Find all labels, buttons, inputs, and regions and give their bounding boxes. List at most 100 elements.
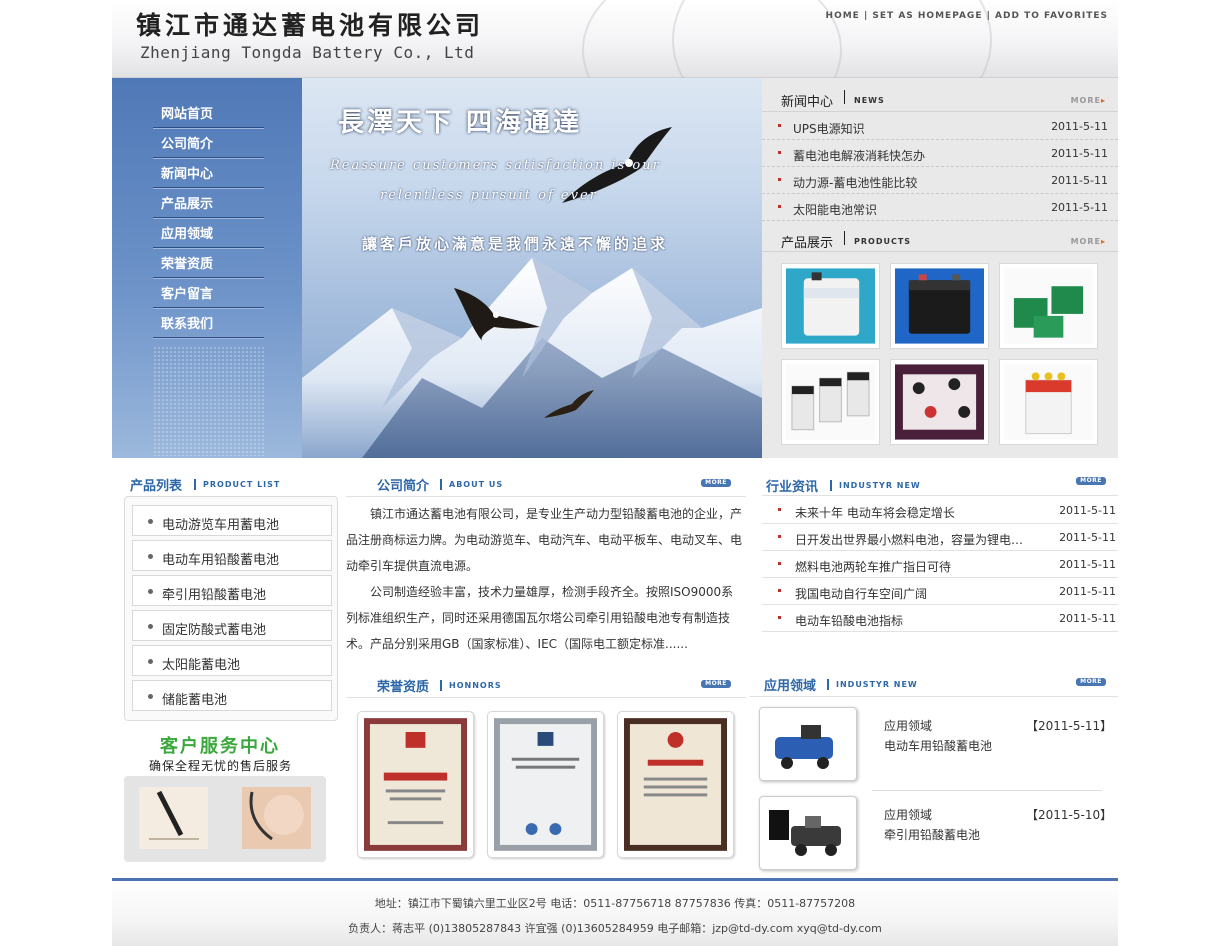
nav-item-home[interactable]: 网站首页 xyxy=(153,98,264,128)
news-date: 2011-5-11 xyxy=(1059,558,1116,571)
nav-item-honors[interactable]: 荣誉资质 xyxy=(153,248,264,278)
product-list-item[interactable]: 牵引用铅酸蓄电池 xyxy=(132,575,332,606)
products-title: 产品展示 xyxy=(781,236,834,251)
news-item[interactable]: 电动车铅酸电池指标 2011-5-11 xyxy=(762,605,1118,632)
divider xyxy=(762,251,1118,252)
application-title: 应用领域 xyxy=(764,679,817,694)
eagle-icon xyxy=(454,288,540,341)
more-label: MORE xyxy=(1070,237,1101,246)
application-category: 应用领域 xyxy=(884,719,933,733)
application-name[interactable]: 牵引用铅酸蓄电池 xyxy=(884,826,980,843)
product-thumbnail[interactable] xyxy=(999,359,1098,445)
bullet-icon xyxy=(148,589,153,594)
honor-certificate[interactable] xyxy=(357,711,474,858)
top-links: HOME | SET AS HOMEPAGE | ADD TO FAVORITE… xyxy=(826,11,1108,21)
customer-service-box xyxy=(124,776,326,862)
industry-title: 行业资讯 xyxy=(766,480,819,495)
industry-more-button[interactable]: MORE xyxy=(1076,477,1106,485)
arrow-icon: ▸ xyxy=(1100,96,1106,105)
news-date: 2011-5-11 xyxy=(1059,585,1116,598)
news-title[interactable]: 动力源-蓄电池性能比较 xyxy=(793,174,917,191)
application-name[interactable]: 电动车用铅酸蓄电池 xyxy=(884,737,992,754)
title-divider xyxy=(830,480,832,491)
application-image[interactable] xyxy=(759,796,857,870)
news-item[interactable]: 日开发出世界最小燃料电池，容量为锂电… 2011-5-11 xyxy=(762,524,1118,551)
footer-address-line: 地址：镇江市下蜀镇六里工业区2号 电话：0511-87756718 877578… xyxy=(374,897,856,910)
products-more-link[interactable]: MORE▸ xyxy=(1071,237,1106,246)
news-title[interactable]: 电动车铅酸电池指标 xyxy=(795,612,903,629)
product-name[interactable]: 电动车用铅酸蓄电池 xyxy=(162,549,279,568)
product-thumbnail[interactable] xyxy=(890,263,989,349)
news-title[interactable]: 燃料电池两轮车推广指日可待 xyxy=(795,558,951,575)
product-name[interactable]: 固定防酸式蓄电池 xyxy=(162,619,266,638)
news-date: 2011-5-11 xyxy=(1051,147,1108,160)
company-logo-cn[interactable]: 镇江市通达蓄电池有限公司 xyxy=(136,6,484,42)
news-title[interactable]: 未来十年 电动车将会稳定增长 xyxy=(795,504,955,521)
nav-item-about[interactable]: 公司简介 xyxy=(153,128,264,158)
bullet-icon xyxy=(778,535,781,538)
product-name[interactable]: 牵引用铅酸蓄电池 xyxy=(162,584,266,603)
bullet-icon xyxy=(778,151,781,154)
pen-writing-image xyxy=(139,787,208,849)
product-thumbnail[interactable] xyxy=(999,263,1098,349)
product-thumbnail[interactable] xyxy=(781,263,880,349)
product-name[interactable]: 太阳能蓄电池 xyxy=(162,654,240,673)
news-date: 2011-5-11 xyxy=(1051,174,1108,187)
news-date: 2011-5-11 xyxy=(1059,612,1116,625)
honors-more-button[interactable]: MORE xyxy=(701,680,731,688)
honor-certificate[interactable] xyxy=(487,711,604,858)
news-item[interactable]: UPS电源知识 2011-5-11 xyxy=(762,113,1118,140)
product-list-item[interactable]: 固定防酸式蓄电池 xyxy=(132,610,332,641)
product-name[interactable]: 电动游览车用蓄电池 xyxy=(162,514,279,533)
news-item[interactable]: 燃料电池两轮车推广指日可待 2011-5-11 xyxy=(762,551,1118,578)
about-more-button[interactable]: MORE xyxy=(701,479,731,487)
news-title[interactable]: 太阳能电池常识 xyxy=(793,201,877,218)
nav-item-news[interactable]: 新闻中心 xyxy=(153,158,264,188)
product-list-item[interactable]: 电动车用铅酸蓄电池 xyxy=(132,540,332,571)
product-thumbnail[interactable] xyxy=(781,359,880,445)
honor-certificate[interactable] xyxy=(617,711,734,858)
news-item[interactable]: 未来十年 电动车将会稳定增长 2011-5-11 xyxy=(762,497,1118,524)
product-list-item[interactable]: 太阳能蓄电池 xyxy=(132,645,332,676)
news-date: 2011-5-11 xyxy=(1051,201,1108,214)
bullet-icon xyxy=(778,205,781,208)
product-list-item[interactable]: 电动游览车用蓄电池 xyxy=(132,505,332,536)
application-image[interactable] xyxy=(759,707,857,781)
news-title[interactable]: UPS电源知识 xyxy=(793,120,865,137)
hero-image: 長澤天下 四海通達 Reassure customers satisfactio… xyxy=(302,78,762,458)
eagle-icon xyxy=(544,390,594,418)
battery-image xyxy=(786,364,875,440)
home-link[interactable]: HOME xyxy=(826,11,860,21)
application-more-button[interactable]: MORE xyxy=(1076,678,1106,686)
product-list: 电动游览车用蓄电池 电动车用铅酸蓄电池 牵引用铅酸蓄电池 固定防酸式蓄电池 太阳… xyxy=(124,496,338,721)
nav-item-products[interactable]: 产品展示 xyxy=(153,188,264,218)
bullet-icon xyxy=(778,562,781,565)
news-more-link[interactable]: MORE▸ xyxy=(1071,96,1106,105)
news-item[interactable]: 蓄电池电解液消耗快怎办 2011-5-11 xyxy=(762,140,1118,167)
about-paragraph: 镇江市通达蓄电池有限公司，是专业生产动力型铅酸蓄电池的企业，产品注册商标运力牌。… xyxy=(346,507,743,573)
product-name[interactable]: 储能蓄电池 xyxy=(162,689,227,708)
application-title-en: INDUSTYR NEW xyxy=(836,680,918,689)
divider xyxy=(762,495,1118,496)
news-item[interactable]: 太阳能电池常识 2011-5-11 xyxy=(762,194,1118,221)
news-title[interactable]: 日开发出世界最小燃料电池，容量为锂电… xyxy=(795,531,1023,548)
more-label: MORE xyxy=(1070,96,1101,105)
nav-item-message[interactable]: 客户留言 xyxy=(153,278,264,308)
set-homepage-link[interactable]: SET AS HOMEPAGE xyxy=(872,11,982,21)
bullet-icon xyxy=(148,694,153,699)
news-title[interactable]: 蓄电池电解液消耗快怎办 xyxy=(793,147,925,164)
site-header: 镇江市通达蓄电池有限公司 Zhenjiang Tongda Battery Co… xyxy=(112,0,1118,150)
news-item[interactable]: 动力源-蓄电池性能比较 2011-5-11 xyxy=(762,167,1118,194)
battery-image xyxy=(1004,364,1093,440)
product-list-title-en: PRODUCT LIST xyxy=(203,480,281,489)
news-item[interactable]: 我国电动自行车空间广阔 2011-5-11 xyxy=(762,578,1118,605)
certificate-image xyxy=(624,718,727,851)
customer-service-title[interactable]: 客户服务中心 xyxy=(160,732,280,758)
news-title[interactable]: 我国电动自行车空间广阔 xyxy=(795,585,927,602)
product-list-item[interactable]: 储能蓄电池 xyxy=(132,680,332,711)
nav-item-application[interactable]: 应用领域 xyxy=(153,218,264,248)
add-favorites-link[interactable]: ADD TO FAVORITES xyxy=(995,11,1108,21)
banner: 网站首页 公司简介 新闻中心 产品展示 应用领域 荣誉资质 客户留言 联系我们 xyxy=(112,78,1118,458)
nav-item-contact[interactable]: 联系我们 xyxy=(153,308,264,338)
product-thumbnail[interactable] xyxy=(890,359,989,445)
